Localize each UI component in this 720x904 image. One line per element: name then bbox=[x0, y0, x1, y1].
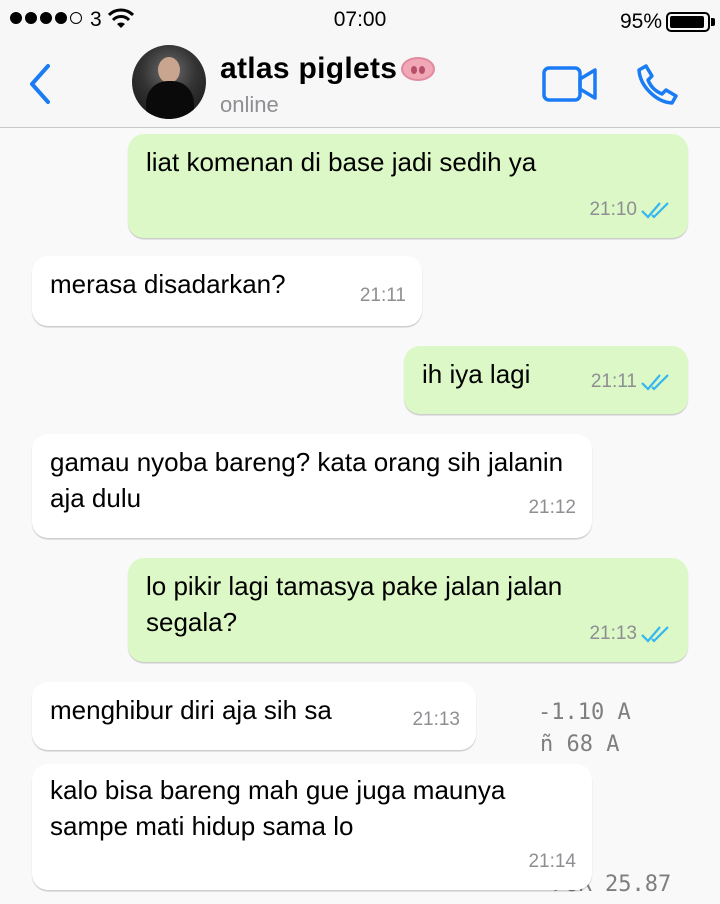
message-text: kalo bisa bareng mah gue juga maunya sam… bbox=[50, 775, 506, 841]
message-text: lo pikir lagi tamasya pake jalan jalan s… bbox=[146, 571, 563, 637]
contact-avatar[interactable] bbox=[132, 45, 206, 119]
message-time: 21:10 bbox=[589, 199, 637, 220]
message-time: 21:14 bbox=[528, 851, 576, 872]
contact-status: online bbox=[220, 92, 279, 117]
message-time: 21:12 bbox=[528, 497, 576, 518]
message-text: merasa disadarkan? bbox=[50, 269, 286, 299]
message-time: 21:13 bbox=[412, 709, 460, 730]
message-meta: 21:14 bbox=[528, 844, 576, 880]
read-double-check-icon bbox=[641, 374, 669, 391]
message-bubble-incoming[interactable]: kalo bisa bareng mah gue juga maunya sam… bbox=[32, 764, 592, 890]
message-bubble-outgoing[interactable]: liat komenan di base jadi sedih ya 21:10 bbox=[128, 134, 688, 238]
message-text: menghibur diri aja sih sa bbox=[50, 695, 332, 725]
message-time: 21:13 bbox=[589, 623, 637, 644]
message-bubble-incoming[interactable]: gamau nyoba bareng? kata orang sih jalan… bbox=[32, 434, 592, 538]
phone-call-icon[interactable] bbox=[636, 62, 680, 106]
message-meta: 21:11 bbox=[591, 364, 674, 400]
message-meta: 21:13 bbox=[589, 616, 674, 652]
pig-nose-emoji-icon bbox=[401, 57, 436, 81]
message-meta: 21:10 bbox=[589, 192, 674, 228]
message-meta: 21:13 bbox=[412, 702, 460, 738]
back-chevron-icon[interactable] bbox=[26, 62, 56, 106]
wallpaper-pattern: ñ 68 A bbox=[540, 732, 620, 757]
message-meta: 21:11 bbox=[360, 278, 406, 314]
wallpaper-pattern: -1.10 A bbox=[538, 700, 631, 725]
battery-icon bbox=[666, 12, 710, 32]
message-bubble-outgoing[interactable]: lo pikir lagi tamasya pake jalan jalan s… bbox=[128, 558, 688, 662]
message-bubble-outgoing[interactable]: ih iya lagi 21:11 bbox=[404, 346, 688, 414]
message-time: 21:11 bbox=[590, 371, 637, 392]
status-bar: 3 07:00 95% bbox=[0, 0, 720, 40]
battery-percentage: 95% bbox=[619, 10, 662, 33]
battery-cap bbox=[711, 18, 715, 26]
chat-header: atlas piglets online bbox=[0, 40, 720, 128]
message-meta: 21:12 bbox=[528, 490, 576, 526]
video-call-icon[interactable] bbox=[542, 64, 598, 104]
message-text: liat komenan di base jadi sedih ya bbox=[146, 147, 537, 177]
status-time: 07:00 bbox=[333, 8, 387, 31]
read-double-check-icon bbox=[641, 202, 669, 219]
message-bubble-incoming[interactable]: menghibur diri aja sih sa 21:13 bbox=[32, 682, 476, 750]
contact-name[interactable]: atlas piglets bbox=[220, 52, 436, 86]
message-bubble-incoming[interactable]: merasa disadarkan? 21:11 bbox=[32, 256, 422, 326]
contact-name-text: atlas piglets bbox=[220, 52, 398, 85]
message-text: gamau nyoba bareng? kata orang sih jalan… bbox=[50, 447, 564, 513]
read-double-check-icon bbox=[641, 626, 669, 643]
chat-messages-area[interactable]: -1.10 A ñ 68 A FUR 25.87 liat komenan di… bbox=[0, 128, 720, 904]
message-time: 21:11 bbox=[359, 285, 406, 306]
